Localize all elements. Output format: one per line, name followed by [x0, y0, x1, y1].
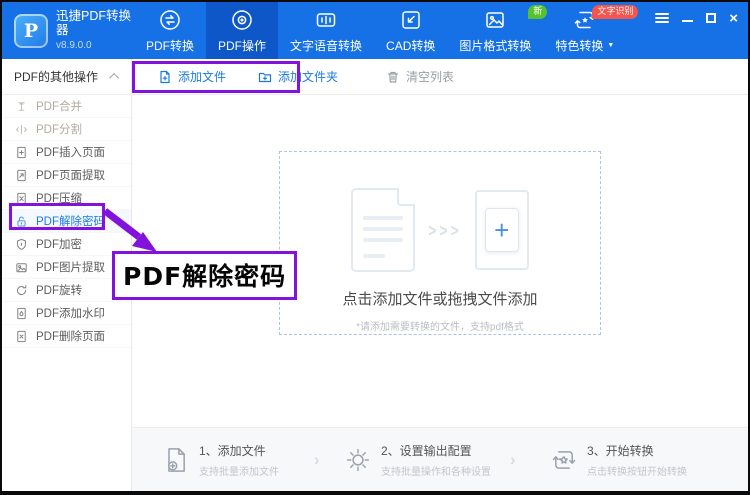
clear-list-button[interactable]: 清空列表	[386, 68, 454, 85]
tab-label: PDF操作	[218, 39, 267, 53]
trash-icon	[387, 71, 399, 83]
ocr-badge: 文字识别	[592, 5, 639, 19]
step-start-convert: 3、开始转换 点击转换按钮开始转换	[550, 442, 687, 478]
add-document-icon: +	[474, 190, 529, 270]
sidebar-header[interactable]: PDF的其他操作	[2, 59, 131, 95]
gear-icon	[346, 448, 370, 472]
tab-label: PDF转换	[146, 39, 195, 53]
sidebar-item-pdf-remove-password[interactable]: PDF解除密码	[2, 210, 131, 233]
tab-special-convert[interactable]: 文字识别 特色转换 ▼	[543, 2, 639, 59]
page-extract-icon	[17, 169, 26, 181]
sidebar-header-label: PDF的其他操作	[14, 70, 99, 84]
tab-image-format-convert[interactable]: 新 图片格式转换	[447, 2, 548, 59]
main-nav: PDF转换 PDF操作 文字语音转换 CAD转换 新 图片格式转换 文字识别 特…	[134, 2, 639, 59]
step-separator-icon: ›	[510, 450, 516, 469]
dropzone-illustration: >>> +	[351, 188, 529, 272]
tab-text-voice-convert[interactable]: 文字语音转换	[278, 2, 374, 59]
tab-label: 特色转换	[555, 39, 604, 53]
shield-icon	[16, 238, 27, 250]
close-button[interactable]: ×	[729, 11, 738, 26]
menu-button[interactable]	[655, 11, 670, 25]
rotate-icon	[17, 284, 27, 295]
document-icon	[351, 188, 416, 272]
tab-pdf-operate[interactable]: PDF操作	[206, 2, 279, 59]
cad-icon	[398, 8, 424, 32]
arrow-chevrons-icon: >>>	[428, 220, 462, 240]
tab-label: 图片格式转换	[459, 39, 532, 53]
unlock-icon	[17, 216, 26, 227]
add-folder-button[interactable]: 添加文件夹	[258, 68, 338, 85]
chevron-down-icon: ▼	[607, 42, 615, 49]
new-badge: 新	[528, 5, 548, 19]
voice-wave-icon	[313, 8, 339, 32]
dropzone-main-text: 点击添加文件或拖拽文件添加	[342, 291, 538, 308]
page-insert-icon	[17, 146, 26, 158]
main-panel: >>> + 点击添加文件或拖拽文件添加 *请添加需要转换的文件，支持pdf格式	[132, 95, 748, 427]
plus-icon: +	[484, 208, 519, 252]
tab-label: CAD转换	[386, 39, 436, 53]
maximize-button[interactable]	[706, 11, 717, 25]
tab-pdf-convert[interactable]: PDF转换	[134, 2, 206, 59]
pdf-operate-icon	[229, 8, 255, 32]
dropzone-sub-text: *请添加需要转换的文件，支持pdf格式	[356, 322, 524, 333]
sidebar: PDF的其他操作 PDF合并 PDF分割 PDF插入页面 PDF页面提取 PDF…	[2, 59, 132, 491]
minimize-icon	[682, 20, 694, 22]
file-drop-zone[interactable]: >>> + 点击添加文件或拖拽文件添加 *请添加需要转换的文件，支持pdf格式	[279, 151, 601, 335]
app-window: P 迅捷PDF转换器 v8.9.0.0 PDF转换 PDF操作 文字语音转换 C…	[0, 0, 750, 495]
sidebar-item-pdf-encrypt[interactable]: PDF加密	[2, 233, 131, 256]
image-convert-icon	[482, 8, 508, 32]
convert-icon	[552, 451, 576, 469]
sidebar-item-pdf-page-extract[interactable]: PDF页面提取	[2, 164, 131, 187]
hamburger-icon	[655, 13, 670, 23]
step-configure-output: 2、设置输出配置 支持批量操作和各种设置	[344, 442, 491, 478]
window-controls: ×	[655, 11, 738, 26]
content-area: 添加文件 添加文件夹 清空列表 >>> + 点击添加文件或拖拽文件添加 *请添加…	[132, 59, 748, 491]
merge-icon	[18, 101, 25, 111]
split-icon	[16, 124, 27, 134]
steps-bar: 1、添加文件 支持批量添加文件 › 2、设置输出配置 支持批量操作和各种设置 ›	[132, 427, 748, 491]
page-delete-icon	[17, 330, 26, 342]
app-title: 迅捷PDF转换器	[56, 8, 132, 37]
sidebar-item-pdf-merge[interactable]: PDF合并	[2, 95, 131, 118]
sidebar-item-pdf-image-extract[interactable]: PDF图片提取	[2, 256, 131, 279]
chevron-up-icon	[109, 72, 120, 83]
sidebar-item-pdf-split[interactable]: PDF分割	[2, 118, 131, 141]
folder-plus-icon	[258, 72, 272, 82]
app-logo-icon: P	[14, 13, 48, 48]
sidebar-item-pdf-insert-page[interactable]: PDF插入页面	[2, 141, 131, 164]
step-add-file: 1、添加文件 支持批量添加文件	[162, 442, 279, 478]
step-separator-icon: ›	[314, 450, 320, 469]
maximize-icon	[706, 13, 717, 23]
file-toolbar: 添加文件 添加文件夹 清空列表	[132, 59, 748, 95]
watermark-icon	[17, 307, 26, 319]
sidebar-item-pdf-watermark[interactable]: PDF添加水印	[2, 302, 131, 325]
title-bar: P 迅捷PDF转换器 v8.9.0.0 PDF转换 PDF操作 文字语音转换 C…	[2, 2, 748, 59]
minimize-button[interactable]	[682, 11, 694, 25]
app-version: v8.9.0.0	[56, 40, 92, 52]
file-plus-icon	[160, 70, 170, 83]
tab-cad-convert[interactable]: CAD转换	[374, 2, 447, 59]
app-brand: P 迅捷PDF转换器 v8.9.0.0	[2, 2, 134, 59]
add-file-button[interactable]: 添加文件	[158, 68, 226, 85]
sidebar-item-pdf-rotate[interactable]: PDF旋转	[2, 279, 131, 302]
sidebar-item-pdf-compress[interactable]: PDF压缩	[2, 187, 131, 210]
pdf-convert-icon	[157, 8, 183, 32]
tab-label: 文字语音转换	[290, 39, 363, 53]
compress-icon	[17, 192, 26, 204]
image-icon	[16, 262, 27, 272]
sidebar-item-pdf-delete-page[interactable]: PDF删除页面	[2, 325, 131, 348]
file-plus-icon	[168, 448, 185, 472]
